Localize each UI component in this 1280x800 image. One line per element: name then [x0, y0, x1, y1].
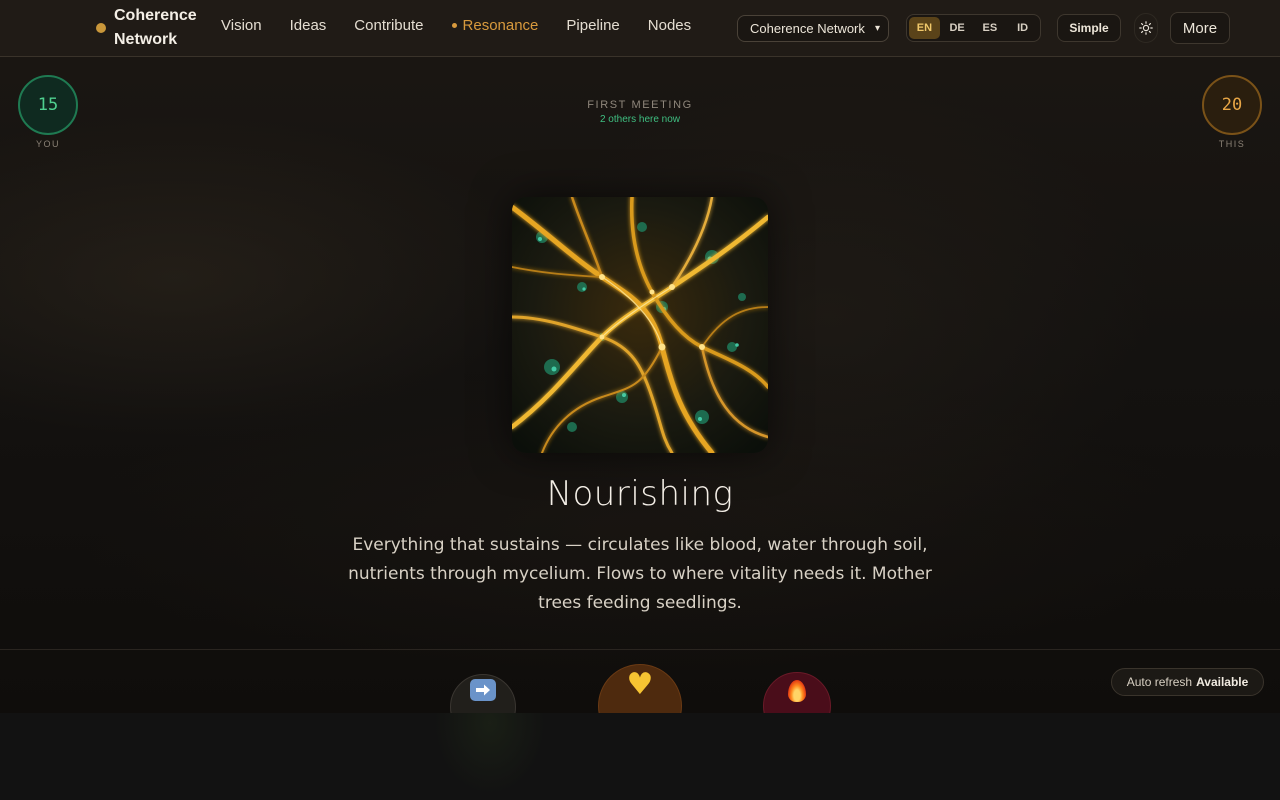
- meeting-status: FIRST MEETING 2 others here now: [540, 99, 740, 125]
- this-counter: 20 THIS: [1202, 75, 1262, 149]
- auto-refresh-toggle[interactable]: Auto refresh Available: [1111, 668, 1264, 696]
- brand-logo-link[interactable]: Coherence Network: [96, 4, 204, 52]
- simple-mode-button[interactable]: Simple: [1057, 14, 1121, 42]
- you-counter-value: 15: [18, 75, 78, 135]
- network-select[interactable]: Coherence Network ▾: [737, 15, 889, 42]
- theme-toggle-button[interactable]: [1134, 13, 1158, 43]
- network-select-value: Coherence Network: [750, 21, 865, 36]
- you-counter-label: YOU: [35, 139, 60, 149]
- this-counter-value: 20: [1202, 75, 1262, 135]
- auto-refresh-status: Available: [1196, 675, 1249, 689]
- sun-icon: [1139, 21, 1153, 35]
- nav-item-ideas[interactable]: Ideas: [290, 17, 327, 34]
- auto-refresh-label: Auto refresh: [1126, 675, 1193, 689]
- nav-item-nodes[interactable]: Nodes: [648, 17, 691, 34]
- active-dot-icon: [451, 23, 457, 28]
- nav-item-label: Resonance: [462, 17, 539, 34]
- lang-option-de[interactable]: DE: [942, 17, 973, 39]
- concept-title: Nourishing: [546, 474, 734, 514]
- right-arrow-icon: [470, 679, 496, 701]
- main-nav: Vision Ideas Contribute Resonance Pipeli…: [221, 17, 691, 34]
- nav-item-label: Vision: [221, 17, 262, 34]
- concept-artwork: [512, 197, 768, 453]
- divider: [0, 649, 1280, 650]
- nav-item-contribute[interactable]: Contribute: [354, 17, 423, 34]
- nav-item-resonance[interactable]: Resonance: [451, 17, 539, 34]
- nav-item-label: Pipeline: [566, 17, 620, 34]
- meeting-title: FIRST MEETING: [587, 99, 693, 111]
- fire-icon: [788, 680, 806, 702]
- more-menu-button[interactable]: More: [1170, 12, 1230, 44]
- presence-count: 2 others here now: [599, 114, 681, 125]
- brand-dot-icon: [96, 23, 106, 33]
- language-switcher: EN DE ES ID: [906, 14, 1041, 42]
- nav-item-pipeline[interactable]: Pipeline: [566, 17, 619, 34]
- this-counter-label: THIS: [1218, 139, 1246, 149]
- brand-name: Coherence Network: [114, 7, 197, 48]
- footer-band: [0, 713, 1280, 800]
- lang-option-id[interactable]: ID: [1007, 17, 1038, 39]
- you-counter: 15 YOU: [18, 75, 78, 149]
- nav-item-vision[interactable]: Vision: [221, 17, 262, 34]
- lang-option-es[interactable]: ES: [975, 17, 1006, 39]
- nav-item-label: Ideas: [289, 17, 327, 34]
- footer-glow: [420, 713, 560, 800]
- chevron-down-icon: ▾: [874, 23, 880, 34]
- top-navigation-bar: Coherence Network Vision Ideas Contribut…: [0, 0, 1280, 57]
- lang-option-en[interactable]: EN: [909, 17, 940, 39]
- nav-item-label: Nodes: [647, 17, 692, 34]
- nav-item-label: Contribute: [354, 17, 424, 34]
- concept-description: Everything that sustains — circulates li…: [348, 535, 932, 613]
